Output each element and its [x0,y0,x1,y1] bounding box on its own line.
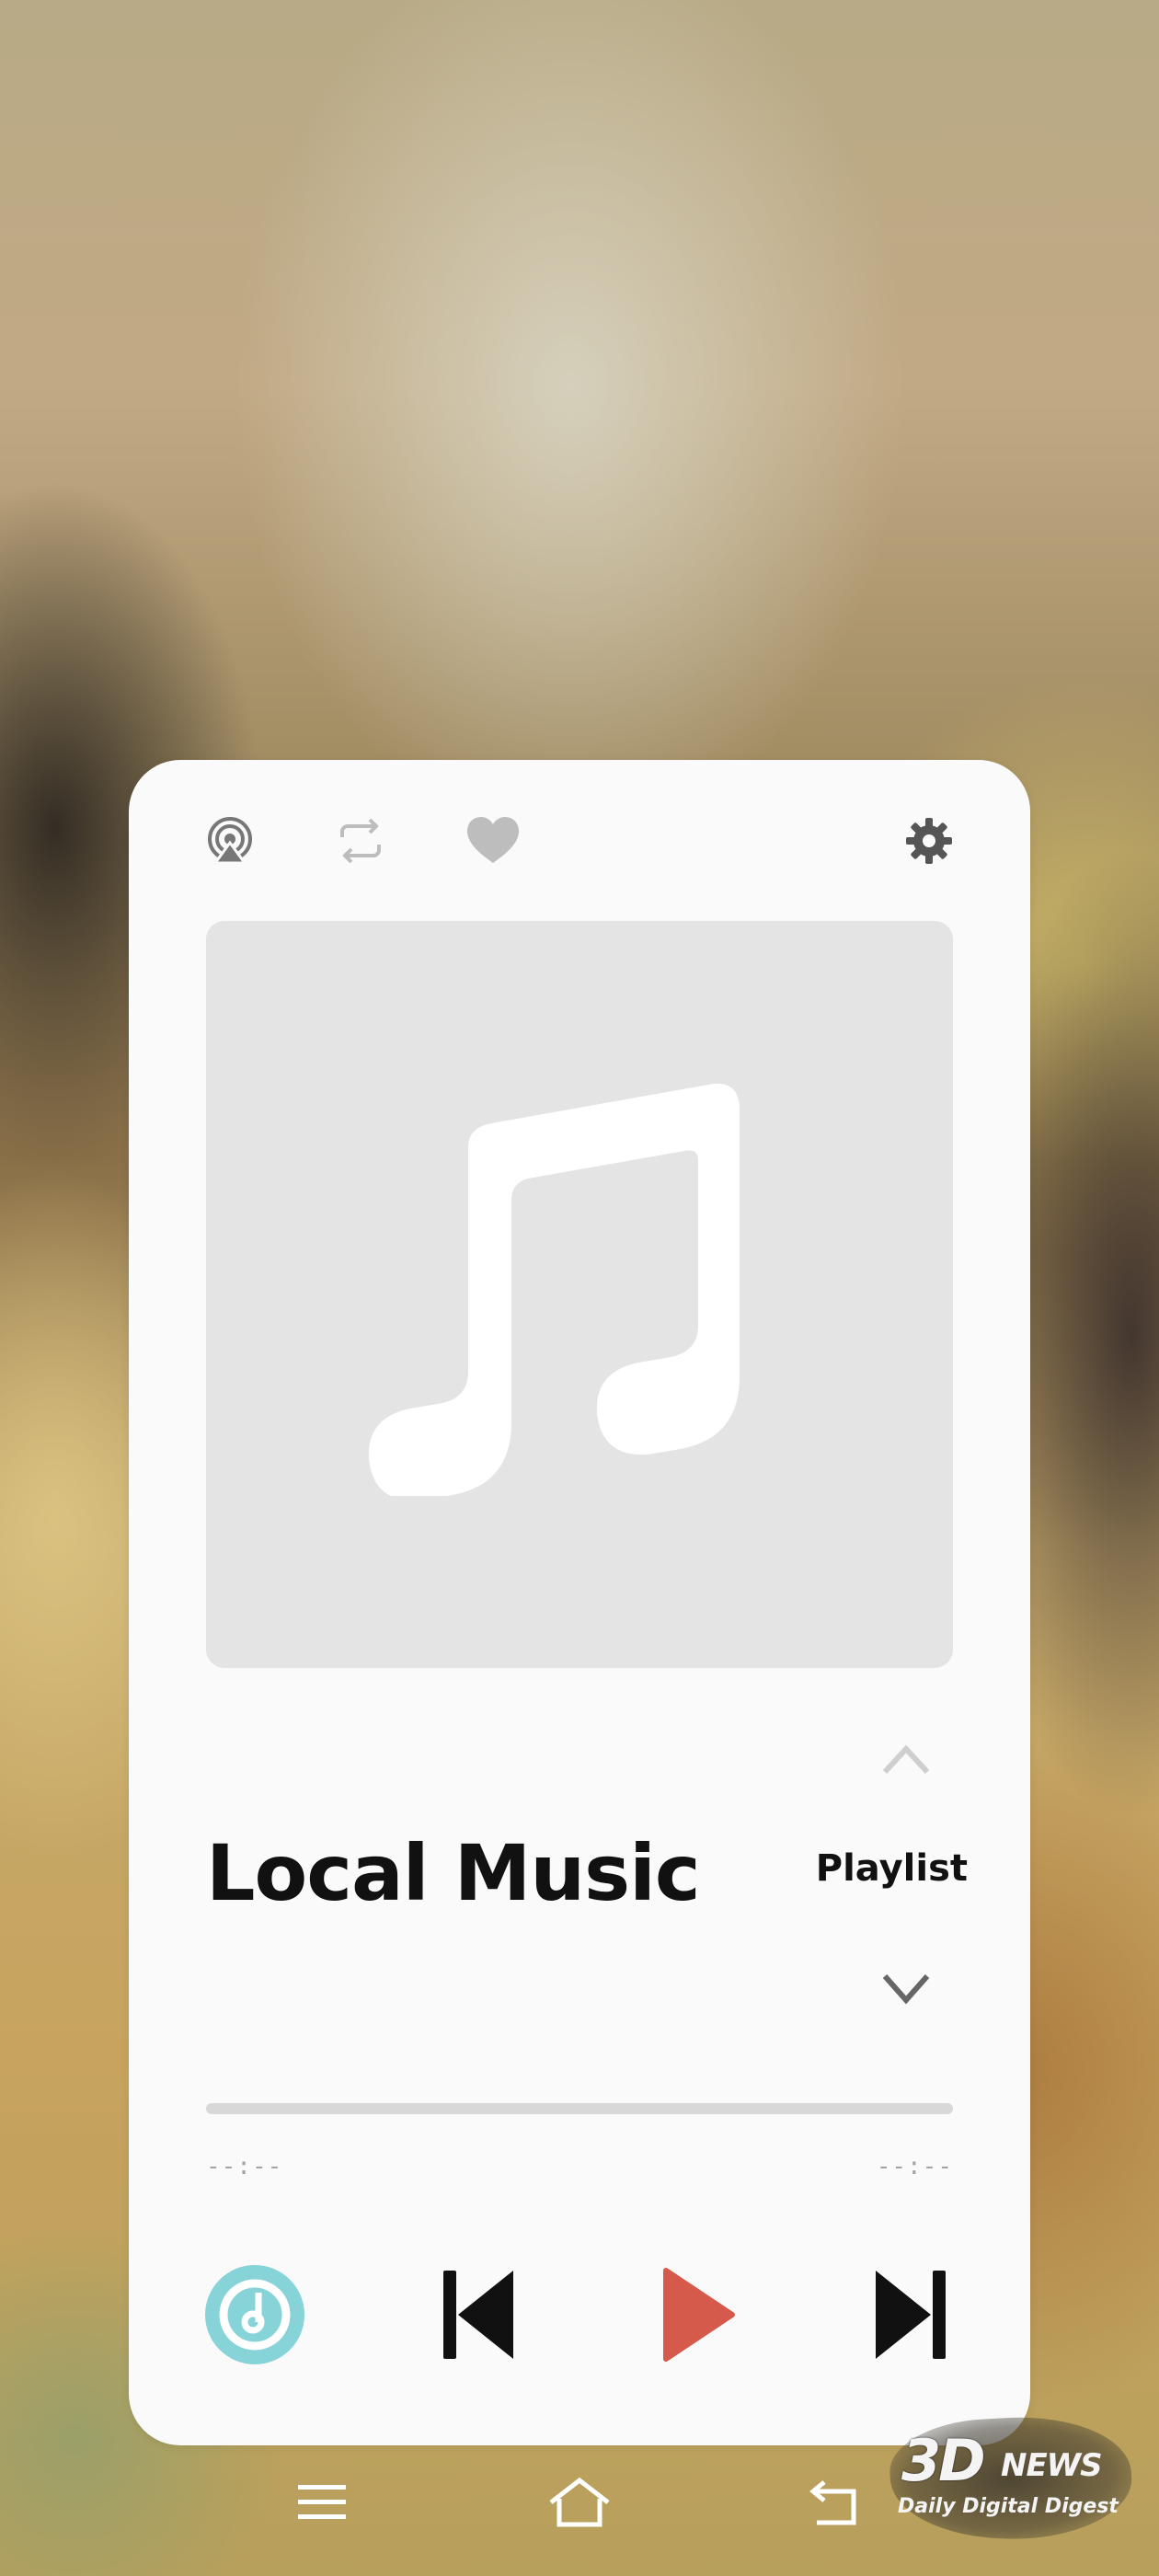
watermark-brand: NEWS [1001,2447,1103,2484]
music-note-icon [368,1083,740,1496]
play-icon [663,2268,735,2362]
watermark-tagline: Daily Digital Digest [898,2495,1119,2518]
music-app-icon[interactable] [204,2260,305,2370]
time-elapsed: --:-- [206,2153,283,2180]
heart-icon[interactable] [465,813,521,868]
track-title: Local Music [206,1828,701,1918]
watermark-logo-text: 3D [901,2427,986,2494]
time-total: --:-- [876,2153,953,2180]
skip-next-icon [876,2271,946,2359]
home-icon[interactable] [543,2466,616,2539]
back-icon[interactable] [800,2466,874,2539]
progress-bar[interactable] [206,2103,953,2114]
repeat-icon[interactable] [333,813,388,868]
player-card: Playlist Local Music --:-- --:-- [129,760,1030,2445]
skip-previous-icon [443,2271,513,2359]
skip-previous-button[interactable] [432,2260,524,2370]
watermark-logo: 3D NEWS Daily Digital Digest [881,2410,1139,2548]
airplay-icon[interactable] [202,813,258,868]
menu-icon[interactable] [285,2466,359,2539]
playlist-down-button[interactable] [874,1965,938,2011]
album-art [206,921,953,1668]
playlist-label[interactable]: Playlist [816,1846,968,1892]
skip-next-button[interactable] [865,2260,957,2370]
gear-icon[interactable] [901,813,957,868]
playlist-up-button[interactable] [874,1735,938,1781]
play-button[interactable] [653,2260,745,2370]
